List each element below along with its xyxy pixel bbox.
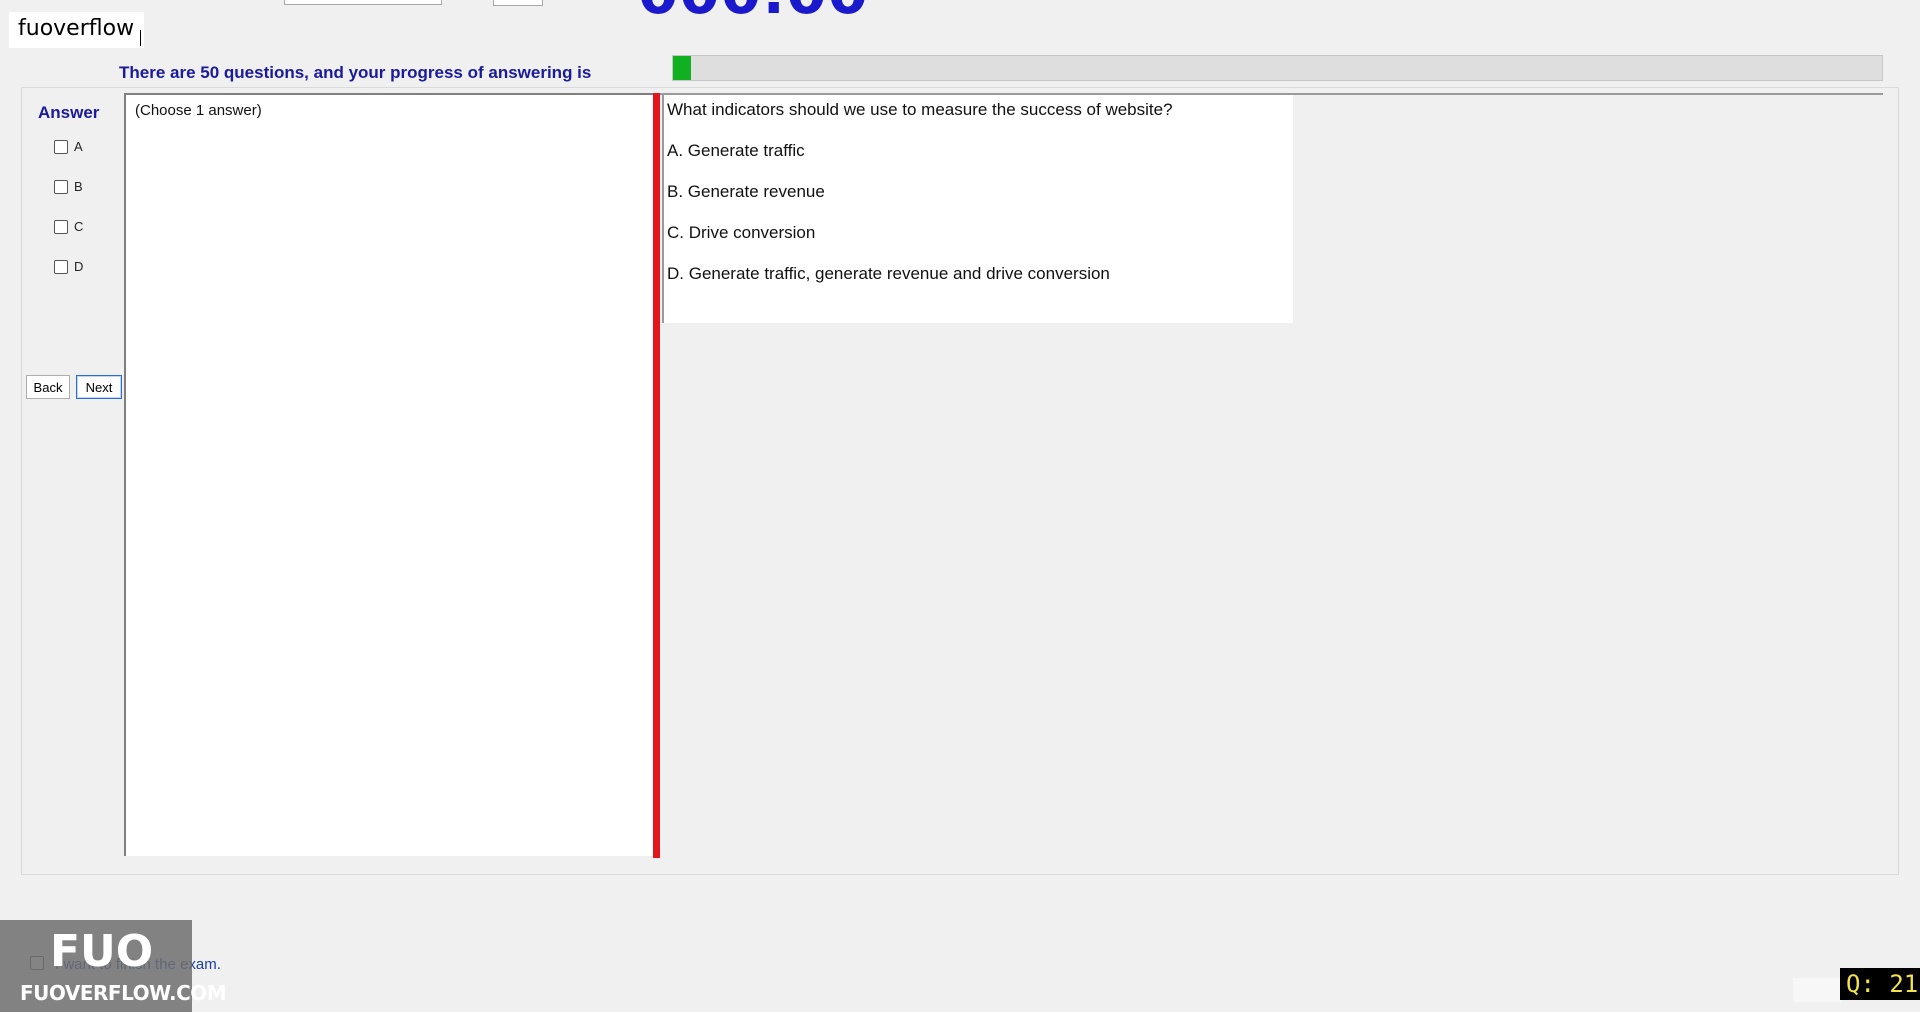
splitter-divider[interactable]: [653, 93, 660, 858]
question-box: [662, 95, 1293, 323]
top-spin-box[interactable]: [493, 0, 543, 6]
logo-mark: FUO: [50, 926, 154, 977]
back-button[interactable]: Back: [26, 375, 70, 399]
question-counter-badge: Q: 21: [1840, 968, 1920, 1000]
answer-option-label: D: [74, 259, 84, 274]
checkbox-d[interactable]: [54, 259, 68, 274]
answer-option-label: C: [74, 219, 84, 234]
choose-hint: (Choose 1 answer): [135, 102, 262, 119]
question-option-a: A. Generate traffic: [667, 141, 805, 160]
question-option-d: D. Generate traffic, generate revenue an…: [667, 264, 1110, 283]
question-text: What indicators should we use to measure…: [667, 100, 1173, 119]
next-button[interactable]: Next: [76, 375, 122, 399]
progress-label: There are 50 questions, and your progres…: [119, 63, 592, 82]
checkbox-a[interactable]: [54, 139, 68, 154]
logo-site-text: FUOVERFLOW.COM: [20, 981, 227, 1005]
answer-option-a[interactable]: A: [54, 139, 83, 154]
question-option-b: B. Generate revenue: [667, 182, 825, 201]
answer-option-c[interactable]: C: [54, 219, 83, 234]
question-option-c: C. Drive conversion: [667, 223, 816, 242]
top-combo-box[interactable]: [284, 0, 442, 5]
timer-display: 000:00: [638, 0, 869, 22]
answer-option-b[interactable]: B: [54, 179, 83, 194]
progress-fill: [673, 56, 692, 80]
answer-title: Answer: [38, 103, 100, 122]
answer-option-d[interactable]: D: [54, 259, 83, 274]
answer-textarea[interactable]: [124, 93, 655, 856]
brand-text-box[interactable]: fuoverflow: [9, 12, 145, 49]
text-caret: [140, 30, 141, 46]
badge-backdrop: [1793, 978, 1841, 1002]
progress-bar: [672, 55, 1883, 81]
checkbox-b[interactable]: [54, 179, 68, 194]
answer-option-label: B: [74, 179, 83, 194]
checkbox-c[interactable]: [54, 219, 68, 234]
answer-option-label: A: [74, 139, 83, 154]
